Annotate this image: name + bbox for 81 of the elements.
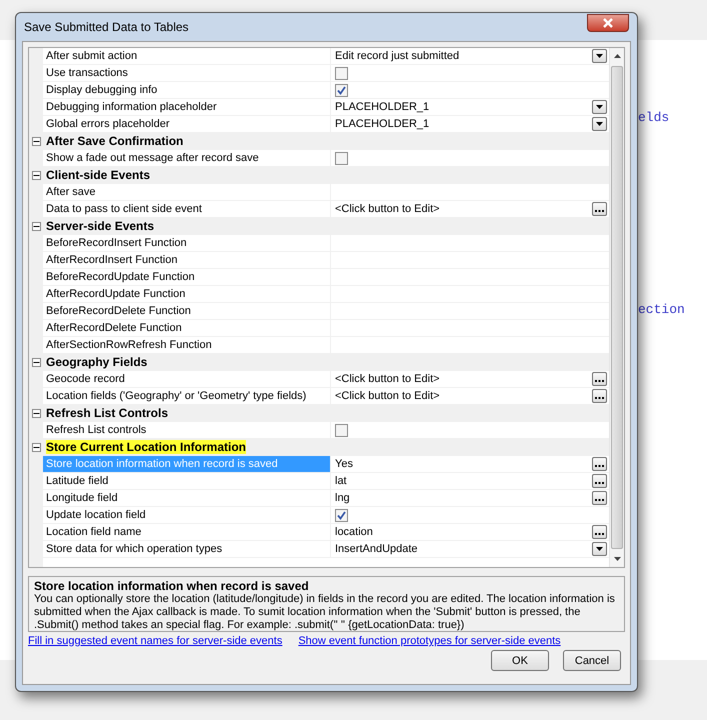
caret-icon [596,105,603,109]
property-label[interactable]: Global errors placeholder [43,116,331,132]
dropdown-button[interactable] [592,49,607,63]
dialog-button[interactable]: Cancel [563,650,621,671]
property-label[interactable]: AfterRecordDelete Function [43,320,331,336]
dropdown-button[interactable] [592,117,607,131]
property-label[interactable]: Geocode record [43,371,331,387]
checkbox[interactable] [335,66,348,80]
close-icon [602,18,614,28]
code-fragment: elds [638,110,670,125]
window-title: Save Submitted Data to Tables [24,20,189,34]
link[interactable]: Fill in suggested event names for server-side events [28,635,282,647]
collapse-toggle[interactable] [32,222,40,230]
description-text: You can optionally store the location (latitude/longitude) in fields in the record you are edited. The location information is submitted when the Ajax callback is made. To sumit location information when the 'Submit' button is pressed, the .Submit() method takes an special flag. For example: .submit('' '' {getLocationData: true}) [34,593,616,631]
category-title: Store Current Location Information [46,440,246,454]
property-label[interactable]: Location fields ('Geography' or 'Geometry' type fields) [43,388,331,404]
property-value: Edit record just submitted [335,50,460,62]
property-label[interactable]: AfterRecordUpdate Function [43,286,331,302]
property-value: <Click button to Edit> [335,390,441,402]
checkbox[interactable] [335,508,348,522]
property-value: lng [335,492,351,504]
property-label[interactable]: AfterSectionRowRefresh Function [43,337,331,353]
property-label[interactable]: Longitude field [43,490,331,506]
ellipsis-button[interactable] [592,202,607,216]
dialog-button[interactable]: OK [491,650,549,671]
property-value: PLACEHOLDER_1 [335,101,430,113]
ellipsis-button[interactable] [592,525,607,539]
ellipsis-button[interactable] [592,491,607,505]
property-label[interactable]: Latitude field [43,473,331,489]
collapse-toggle[interactable] [32,408,40,418]
property-label[interactable]: After save [43,184,331,200]
property-value: <Click button to Edit> [335,203,441,215]
scrollbar-thumb[interactable] [611,66,623,549]
ellipsis-button[interactable] [592,474,607,488]
category-title: Client-side Events [46,168,150,182]
caret-icon [596,122,603,126]
property-label[interactable]: Refresh List controls [43,422,331,438]
property-value: InsertAndUpdate [335,543,419,555]
caret-icon [596,547,603,551]
collapse-toggle[interactable] [32,358,40,366]
property-label[interactable]: Location field name [43,524,331,540]
property-value: <Click button to Edit> [335,373,441,385]
property-value: PLACEHOLDER_1 [335,118,430,130]
property-value: lat [335,475,348,487]
checkbox[interactable] [335,84,348,96]
property-label[interactable]: Store data for which operation types [43,541,331,557]
property-label[interactable]: Data to pass to client side event [43,201,331,217]
category-title: After Save Confirmation [46,134,184,148]
property-label[interactable]: BeforeRecordInsert Function [43,235,331,251]
property-label[interactable]: AfterRecordInsert Function [43,252,331,268]
property-label[interactable]: Use transactions [43,65,331,81]
property-value: location [335,526,374,538]
up-arrow-icon [614,54,620,58]
property-label[interactable]: BeforeRecordUpdate Function [43,269,331,285]
scrollbar[interactable] [609,48,624,567]
down-arrow-icon [614,557,620,561]
dropdown-button[interactable] [592,542,607,556]
property-label[interactable]: After submit action [43,48,331,64]
collapse-toggle[interactable] [32,136,40,146]
category-title: Geography Fields [46,355,148,369]
checkbox[interactable] [335,424,348,436]
description-title: Store location information when record is saved [34,579,310,593]
property-label[interactable]: Display debugging info [43,82,331,98]
close-button[interactable] [587,14,629,32]
property-label[interactable]: Update location field [43,507,331,523]
collapse-toggle[interactable] [32,170,40,180]
category-title: Refresh List Controls [46,406,168,420]
dropdown-button[interactable] [592,100,607,114]
collapse-toggle[interactable] [32,442,40,452]
category-title: Server-side Events [46,219,154,233]
property-label[interactable]: BeforeRecordDelete Function [43,303,331,319]
caret-icon [596,54,603,58]
property-value: Yes [335,458,354,470]
property-label[interactable]: Show a fade out message after record save [43,150,331,166]
ellipsis-button[interactable] [592,389,607,403]
property-label[interactable]: Debugging information placeholder [43,99,331,115]
code-fragment: ection [638,302,685,317]
link[interactable]: Show event function prototypes for server-side events [298,635,561,647]
ellipsis-button[interactable] [592,457,607,471]
ellipsis-button[interactable] [592,372,607,386]
checkbox[interactable] [335,152,348,164]
